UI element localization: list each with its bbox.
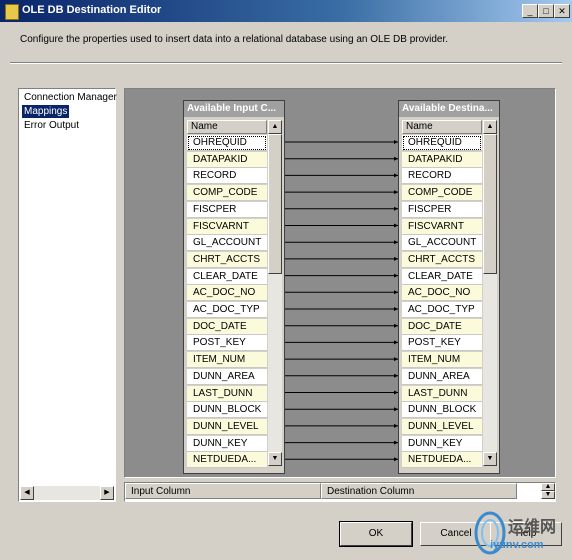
input-column-row[interactable]: FISCVARNT [187,218,267,235]
input-column-row[interactable]: OHREQUID [187,135,267,151]
destination-column-row[interactable]: AC_DOC_NO [402,285,482,302]
input-table-title: Available Input C... [184,101,284,117]
watermark-text: 运维网 [508,519,557,536]
destination-column-row[interactable]: GL_ACCOUNT [402,235,482,252]
close-button[interactable]: ✕ [554,4,570,18]
mapping-grid[interactable]: Input Column Destination Column ▲ ▼ [124,482,556,502]
input-column-row[interactable]: COMP_CODE [187,185,267,202]
input-column-row[interactable]: NETDUEDA... [187,452,267,469]
destination-column-row[interactable]: DOC_DATE [402,318,482,335]
destination-column-row[interactable]: POST_KEY [402,335,482,352]
input-columns-table[interactable]: Available Input C... Name ▲ ▼ OHREQUID DA… [183,100,285,474]
scroll-up-icon[interactable]: ▲ [483,120,497,134]
destination-columns-table[interactable]: Available Destina... Name ▲ ▼ OHREQUID DA… [398,100,500,474]
input-column-row[interactable]: FISCPER [187,201,267,218]
destination-column-row[interactable]: DUNN_AREA [402,368,482,385]
destination-column-row[interactable]: NETDUEDA... [402,452,482,469]
scroll-down-icon[interactable]: ▼ [483,452,497,466]
mapping-canvas[interactable]: Available Input C... Name ▲ ▼ OHREQUID DA… [124,88,556,478]
grid-scroll-up-icon[interactable]: ▲ [541,483,555,491]
destination-column-row[interactable]: ITEM_NUM [402,352,482,369]
input-column-row[interactable]: RECORD [187,168,267,185]
destination-column-row[interactable]: COMP_CODE [402,185,482,202]
scroll-thumb[interactable] [483,134,497,274]
destination-column-row[interactable]: DUNN_LEVEL [402,418,482,435]
maximize-button[interactable]: □ [538,4,554,18]
input-column-row[interactable]: DUNN_LEVEL [187,418,267,435]
watermark-logo: 运维网 iyunv.com [470,505,570,560]
input-column-row[interactable]: DATAPAKID [187,151,267,168]
dest-table-header: Name [402,120,482,134]
watermark-url: iyunv.com [490,539,544,551]
destination-column-row[interactable]: FISCVARNT [402,218,482,235]
destination-column-row[interactable]: FISCPER [402,201,482,218]
input-column-row[interactable]: POST_KEY [187,335,267,352]
destination-column-row[interactable]: RECORD [402,168,482,185]
grid-header-destination-column[interactable]: Destination Column [321,483,517,499]
input-column-row[interactable]: CHRT_ACCTS [187,251,267,268]
dest-table-scrollbar[interactable]: ▲ ▼ [483,120,497,466]
destination-column-row[interactable]: DATAPAKID [402,151,482,168]
scroll-down-icon[interactable]: ▼ [268,452,282,466]
input-column-row[interactable]: DUNN_AREA [187,368,267,385]
dest-table-title: Available Destina... [399,101,499,117]
destination-column-row[interactable]: DUNN_KEY [402,435,482,452]
input-column-row[interactable]: DUNN_BLOCK [187,402,267,419]
title-bar: OLE DB Destination Editor _ □ ✕ [0,0,572,22]
description-text: Configure the properties used to insert … [20,34,449,45]
input-column-row[interactable]: ITEM_NUM [187,352,267,369]
nav-item-error-output[interactable]: Error Output [22,119,81,132]
scroll-left-icon[interactable]: ◀ [20,486,34,500]
input-column-row[interactable]: LAST_DUNN [187,385,267,402]
input-table-header: Name [187,120,267,134]
nav-item-connection-manager[interactable]: Connection Manager [22,91,119,104]
input-column-row[interactable]: DOC_DATE [187,318,267,335]
input-table-scrollbar[interactable]: ▲ ▼ [268,120,282,466]
input-column-row[interactable]: AC_DOC_TYP [187,302,267,318]
input-column-row[interactable]: AC_DOC_NO [187,285,267,302]
scroll-up-icon[interactable]: ▲ [268,120,282,134]
destination-column-row[interactable]: CLEAR_DATE [402,268,482,285]
input-column-row[interactable]: CLEAR_DATE [187,268,267,285]
nav-panel: Connection Manager Mappings Error Output… [18,88,119,502]
scroll-thumb[interactable] [268,134,282,274]
separator [10,62,562,64]
grid-header-input-column[interactable]: Input Column [125,483,321,499]
input-column-row[interactable]: DUNN_KEY [187,435,267,452]
window-title: OLE DB Destination Editor [22,4,162,16]
grid-scroll-down-icon[interactable]: ▼ [541,491,555,499]
minimize-button[interactable]: _ [522,4,538,18]
input-column-row[interactable]: GL_ACCOUNT [187,235,267,252]
app-icon [5,4,19,20]
destination-column-row[interactable]: CHRT_ACCTS [402,251,482,268]
ok-button[interactable]: OK [339,521,413,547]
nav-item-mappings[interactable]: Mappings [22,105,70,118]
destination-column-row[interactable]: LAST_DUNN [402,385,482,402]
destination-column-row[interactable]: AC_DOC_TYP [402,302,482,318]
nav-horizontal-scrollbar[interactable]: ◀ ▶ [20,486,114,500]
scroll-right-icon[interactable]: ▶ [100,486,114,500]
destination-column-row[interactable]: OHREQUID [402,135,482,151]
destination-column-row[interactable]: DUNN_BLOCK [402,402,482,419]
